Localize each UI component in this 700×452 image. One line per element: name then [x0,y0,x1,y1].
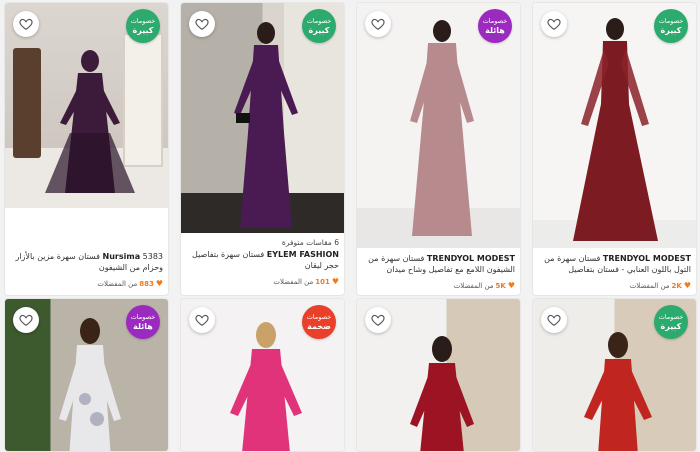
discount-badge: خصومات هائلة [126,305,160,339]
badge-line1: خصومات [482,17,508,25]
product-card[interactable]: خصومات كبيرة TRENDYOL MODEST فستان سهرة … [532,2,697,296]
product-name: 5383 فستان سهرة مزين بالأزار وحزام من ال… [15,252,163,272]
product-card[interactable]: خصومات ضخمة [180,298,345,452]
heart-outline-icon [547,18,561,30]
available-sizes: 6 مقاسات متوفرة [281,238,339,247]
favorite-button[interactable] [365,11,391,37]
product-card[interactable]: خصومات كبيرة Nursima 5383 فستان سهرة مزي… [4,2,169,296]
badge-line2: كبيرة [308,26,330,35]
badge-line2: ضخمة [307,322,331,331]
discount-badge: خصومات كبيرة [654,305,688,339]
product-title[interactable]: TRENDYOL MODEST فستان سهرة من الشيفون ال… [362,253,515,275]
badge-line1: خصومات [658,17,684,25]
badge-line1: خصومات [306,17,332,25]
badge-line1: خصومات [306,313,332,321]
badge-line2: هائلة [133,322,153,331]
heart-filled-icon: ♥ [683,281,691,290]
favorites-count: ♥ 883 من المفضلات [10,279,163,288]
product-brand: EYLEM FASHION [266,250,339,259]
discount-badge: خصومات كبيرة [302,9,336,43]
badge-line2: كبيرة [660,26,682,35]
heart-filled-icon: ♥ [155,279,163,288]
favorite-button[interactable] [541,11,567,37]
heart-outline-icon [547,314,561,326]
discount-badge: خصومات كبيرة [654,9,688,43]
favorites-count: ♥ 5K من المفضلات [362,281,515,290]
favorite-button[interactable] [13,307,39,333]
badge-line2: كبيرة [132,26,154,35]
fav-count-value: 5K [495,281,506,290]
badge-line2: كبيرة [660,322,682,331]
fav-count-value: 2K [671,281,682,290]
product-card[interactable]: خصومات هائلة TRENDYOL MODEST فستان سهرة … [356,2,521,296]
discount-badge: خصومات كبيرة [126,9,160,43]
product-card[interactable]: خصومات هائلة [4,298,169,452]
favorite-button[interactable] [541,307,567,333]
fav-count-label: من المفضلات [453,281,494,290]
product-brand: TRENDYOL MODEST [602,254,691,263]
favorite-button[interactable] [189,11,215,37]
badge-line1: خصومات [658,313,684,321]
heart-filled-icon: ♥ [507,281,515,290]
favorite-button[interactable] [189,307,215,333]
heart-outline-icon [195,314,209,326]
badge-line1: خصومات [130,313,156,321]
favorite-button[interactable] [365,307,391,333]
fav-count-label: من المفضلات [273,277,314,286]
discount-badge: خصومات هائلة [478,9,512,43]
fav-count-value: 101 [315,277,330,286]
product-card[interactable] [356,298,521,452]
heart-outline-icon [371,18,385,30]
heart-outline-icon [371,314,385,326]
fav-count-value: 883 [139,279,154,288]
product-brand: TRENDYOL MODEST [426,254,515,263]
heart-outline-icon [195,18,209,30]
heart-outline-icon [19,18,33,30]
product-brand: Nursima [102,252,141,261]
favorites-count: ♥ 2K من المفضلات [538,281,691,290]
product-card[interactable]: خصومات كبيرة 6 مقاسات متوفرة EYLEM FASHI… [180,2,345,296]
badge-line2: هائلة [485,26,505,35]
product-title[interactable]: EYLEM FASHION فستان سهرة بتفاصيل حجر ليق… [186,249,339,271]
discount-badge: خصومات ضخمة [302,305,336,339]
fav-count-label: من المفضلات [97,279,138,288]
favorite-button[interactable] [13,11,39,37]
fav-count-label: من المفضلات [629,281,670,290]
product-card[interactable]: خصومات كبيرة [532,298,697,452]
heart-outline-icon [19,314,33,326]
favorites-count: ♥ 101 من المفضلات [186,277,339,286]
product-title[interactable]: TRENDYOL MODEST فستان سهرة من التول بالل… [538,253,691,275]
badge-line1: خصومات [130,17,156,25]
heart-filled-icon: ♥ [331,277,339,286]
product-title[interactable]: Nursima 5383 فستان سهرة مزين بالأزار وحز… [10,251,163,273]
